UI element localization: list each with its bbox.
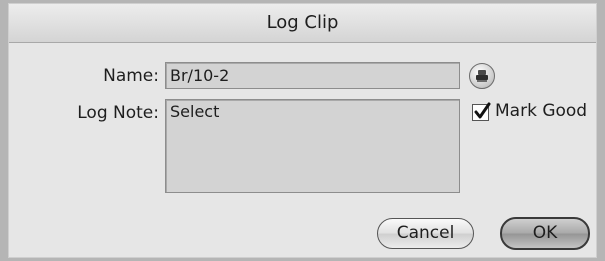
ok-button[interactable]: OK	[500, 217, 590, 250]
cancel-button[interactable]: Cancel	[377, 218, 474, 249]
log-note-label: Log Note:	[77, 103, 159, 123]
mark-good-label[interactable]: Mark Good	[495, 101, 587, 121]
dialog-title: Log Clip	[9, 4, 596, 43]
name-field[interactable]: Br/10-2	[165, 62, 460, 89]
name-label: Name:	[103, 66, 159, 86]
stamp-button[interactable]	[469, 63, 495, 89]
log-note-field[interactable]: Select	[165, 99, 460, 193]
checkmark-icon	[474, 102, 491, 119]
stamp-icon	[476, 70, 488, 82]
mark-good-checkbox[interactable]	[472, 102, 491, 121]
log-clip-dialog: Log Clip Name: Br/10-2 Log Note: Select …	[8, 3, 597, 258]
